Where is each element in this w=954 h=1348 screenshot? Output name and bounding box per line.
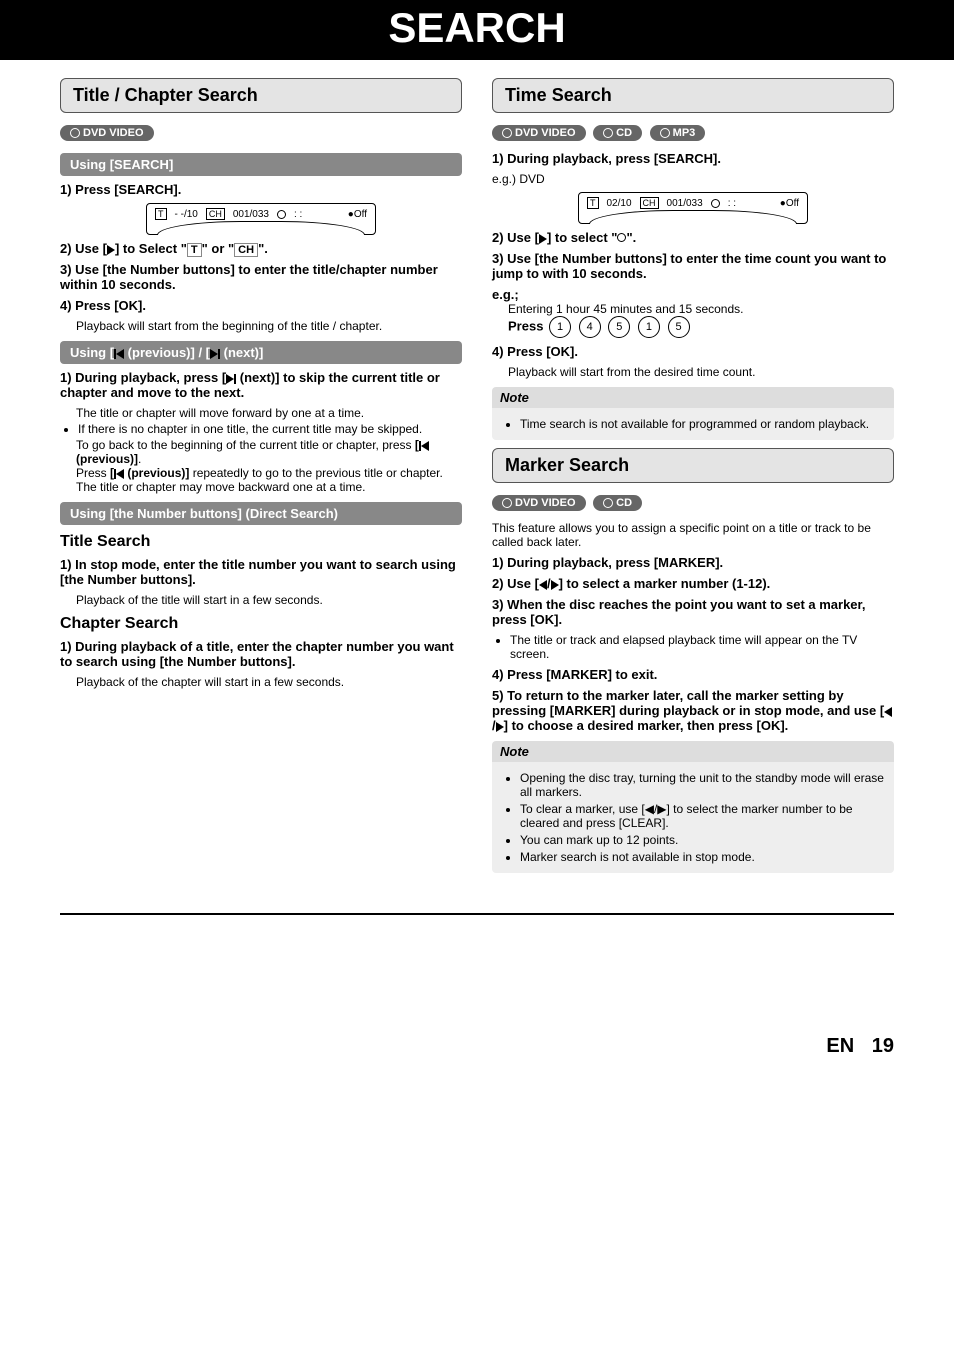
left-icon xyxy=(884,707,892,717)
mp3-badge: MP3 xyxy=(650,125,706,141)
marker-intro: This feature allows you to assign a spec… xyxy=(492,521,894,549)
play-icon xyxy=(539,234,547,244)
title-search-step1: 1) In stop mode, enter the title number … xyxy=(60,557,462,587)
time-step3: 3) Use [the Number buttons] to enter the… xyxy=(492,251,894,281)
disc-icon xyxy=(502,498,512,508)
marker-step4: 4) Press [MARKER] to exit. xyxy=(492,667,894,682)
marker-search-heading: Marker Search xyxy=(492,448,894,483)
using-search-subhead: Using [SEARCH] xyxy=(60,153,462,176)
next-icon xyxy=(226,370,236,385)
disc-icon xyxy=(502,128,512,138)
step-2-select: 2) Use [] to Select "T" or "CH". xyxy=(60,241,462,256)
prevnext-body2: To go back to the beginning of the curre… xyxy=(76,438,462,466)
num-button-4[interactable]: 4 xyxy=(579,316,601,338)
num-button-5[interactable]: 5 xyxy=(668,316,690,338)
ch-value: 001/033 xyxy=(667,198,703,209)
time-value: : : xyxy=(294,209,302,220)
time-search-heading: Time Search xyxy=(492,78,894,113)
page-footer: EN 19 xyxy=(60,1035,894,1058)
previous-icon xyxy=(419,438,429,452)
prevnext-body3: Press [ (previous)] repeatedly to go to … xyxy=(76,466,462,494)
title-chapter-search-heading: Title / Chapter Search xyxy=(60,78,462,113)
osd-display-1: T - -/10 CH 001/033 : : ●Off xyxy=(146,203,376,235)
title-search-body: Playback of the title will start in a fe… xyxy=(76,593,462,607)
time-eg2-body: Entering 1 hour 45 minutes and 15 second… xyxy=(508,302,894,316)
page-title: SEARCH xyxy=(0,0,954,60)
cd-badge: CD xyxy=(593,495,642,511)
note-item: Opening the disc tray, turning the unit … xyxy=(520,771,884,799)
dvd-video-badge: DVD VIDEO xyxy=(492,125,586,141)
previous-icon xyxy=(114,345,124,360)
time-eg: e.g.) DVD xyxy=(492,172,894,186)
note-body-2: Opening the disc tray, turning the unit … xyxy=(492,762,894,873)
repeat-value: Off xyxy=(786,198,799,209)
disc-icon xyxy=(70,128,80,138)
time-step1: 1) During playback, press [SEARCH]. xyxy=(492,151,894,166)
marker-step3-bullet: The title or track and elapsed playback … xyxy=(510,633,894,661)
press-numbers: Press 1 4 5 1 5 xyxy=(508,316,894,338)
t-box-icon: T xyxy=(155,208,167,220)
note-body-1: Time search is not available for program… xyxy=(492,408,894,440)
disc-icon xyxy=(603,128,613,138)
next-icon xyxy=(210,345,220,360)
clock-icon xyxy=(277,210,286,219)
right-icon xyxy=(551,580,559,590)
note-heading: Note xyxy=(492,741,894,762)
ch-box-icon: CH xyxy=(206,208,225,220)
note-heading: Note xyxy=(492,387,894,408)
clock-icon xyxy=(711,199,720,208)
time-step2: 2) Use [] to select "". xyxy=(492,230,894,245)
left-icon xyxy=(539,580,547,590)
dvd-video-badge: DVD VIDEO xyxy=(492,495,586,511)
marker-step1: 1) During playback, press [MARKER]. xyxy=(492,555,894,570)
t-box-icon: T xyxy=(587,197,599,209)
disc-icon xyxy=(660,128,670,138)
chapter-search-heading: Chapter Search xyxy=(60,615,462,633)
cd-badge: CD xyxy=(593,125,642,141)
right-column: Time Search DVD VIDEO CD MP3 1) During p… xyxy=(492,70,894,873)
step-4-body: Playback will start from the beginning o… xyxy=(76,319,462,333)
num-button-1[interactable]: 1 xyxy=(549,316,571,338)
note-item: You can mark up to 12 points. xyxy=(520,833,884,847)
note-item: To clear a marker, use [◀/▶] to select t… xyxy=(520,802,884,830)
right-icon xyxy=(496,722,504,732)
t-value: 02/10 xyxy=(607,198,632,209)
left-column: Title / Chapter Search DVD VIDEO Using [… xyxy=(60,70,462,873)
time-value: : : xyxy=(728,198,736,209)
using-prev-next-subhead: Using [ (previous)] / [ (next)] xyxy=(60,341,462,364)
time-step4: 4) Press [OK]. xyxy=(492,344,894,359)
dvd-video-badge: DVD VIDEO xyxy=(60,125,154,141)
prevnext-step1: 1) During playback, press [ (next)] to s… xyxy=(60,370,462,400)
step-3-number: 3) Use [the Number buttons] to enter the… xyxy=(60,262,462,292)
step-4-ok: 4) Press [OK]. xyxy=(60,298,462,313)
num-button-1[interactable]: 1 xyxy=(638,316,660,338)
play-icon xyxy=(107,245,115,255)
time-step4-body: Playback will start from the desired tim… xyxy=(508,365,894,379)
note-item: Marker search is not available in stop m… xyxy=(520,850,884,864)
chapter-search-body: Playback of the chapter will start in a … xyxy=(76,675,462,689)
marker-step5: 5) To return to the marker later, call t… xyxy=(492,688,894,733)
t-value: - -/10 xyxy=(175,209,198,220)
disc-icon xyxy=(603,498,613,508)
using-number-subhead: Using [the Number buttons] (Direct Searc… xyxy=(60,502,462,525)
marker-step3: 3) When the disc reaches the point you w… xyxy=(492,597,894,627)
footer-page-number: 19 xyxy=(872,1035,894,1057)
ch-box-icon: CH xyxy=(640,197,659,209)
osd-display-2: T 02/10 CH 001/033 : : ●Off xyxy=(578,192,808,224)
note-item: Time search is not available for program… xyxy=(520,417,884,431)
num-button-5[interactable]: 5 xyxy=(608,316,630,338)
prevnext-bullet: If there is no chapter in one title, the… xyxy=(78,422,462,436)
time-eg2: e.g.; xyxy=(492,287,894,302)
footer-lang: EN xyxy=(826,1035,854,1057)
ch-value: 001/033 xyxy=(233,209,269,220)
prevnext-body1: The title or chapter will move forward b… xyxy=(76,406,462,420)
title-search-heading: Title Search xyxy=(60,533,462,551)
marker-step2: 2) Use [/] to select a marker number (1-… xyxy=(492,576,894,591)
repeat-value: Off xyxy=(354,209,367,220)
step-press-search: 1) Press [SEARCH]. xyxy=(60,182,462,197)
chapter-search-step1: 1) During playback of a title, enter the… xyxy=(60,639,462,669)
previous-icon xyxy=(114,466,124,480)
